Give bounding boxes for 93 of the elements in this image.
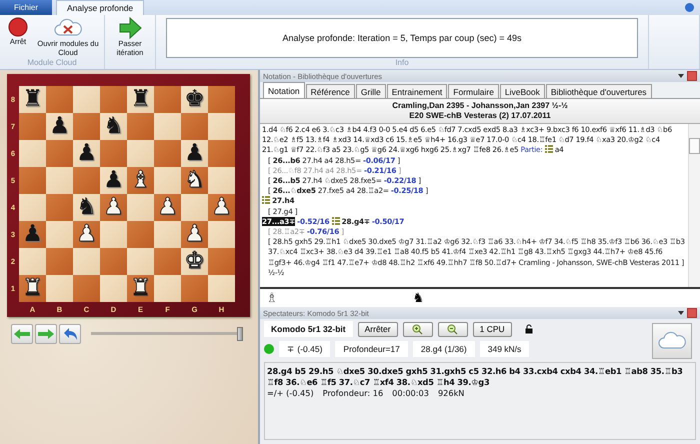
board-square[interactable] [208, 140, 235, 167]
list-icon [332, 216, 340, 225]
cloud-button[interactable] [652, 323, 692, 359]
zoom-in-icon [412, 324, 424, 334]
board-square[interactable] [73, 275, 100, 302]
board-square[interactable] [181, 113, 208, 140]
board-square[interactable] [19, 248, 46, 275]
board-square[interactable] [19, 140, 46, 167]
group-label: Module Cloud [26, 58, 78, 69]
zoom-in-button[interactable] [402, 322, 433, 336]
board-square[interactable] [19, 113, 46, 140]
board-square[interactable] [127, 194, 154, 221]
stop-icon [8, 17, 28, 37]
board-square[interactable] [208, 248, 235, 275]
lock-icon[interactable] [524, 324, 533, 334]
notation-tab[interactable]: Notation [263, 82, 305, 98]
player-piece: ♗ [266, 290, 278, 306]
engine-line: 28.g4 b5 29.h5 ♘dxe5 30.dxe5 gxh5 31.gxh5 c5 32.h6 b4 33.cxb4 cxb4 34.♖eb1 ♖ab8 35.♖b3 ♖f8 36.♘e6 ♖f5 37.♘c7 ♖xf4 38.♘xd5 ♖h4 39.♔g3 [267, 366, 684, 388]
board-square[interactable] [154, 248, 181, 275]
board-square[interactable] [208, 167, 235, 194]
board-square[interactable] [46, 194, 73, 221]
board-square[interactable] [46, 140, 73, 167]
board-square[interactable] [181, 275, 208, 302]
engine-summary: 926kN [438, 388, 464, 399]
board-square[interactable] [154, 140, 181, 167]
undo-button[interactable] [59, 324, 81, 344]
arrow-right-icon [37, 328, 55, 340]
board-square[interactable] [100, 248, 127, 275]
board-square[interactable] [127, 248, 154, 275]
board-square[interactable] [154, 86, 181, 113]
board-square[interactable] [73, 167, 100, 194]
board-square[interactable] [208, 221, 235, 248]
board-square[interactable] [127, 221, 154, 248]
ribbon-tab[interactable]: Analyse profonde [56, 0, 144, 15]
undo-icon [62, 327, 78, 341]
arrow-right-icon [118, 17, 142, 39]
zoom-out-icon [447, 324, 458, 334]
notation-tab[interactable]: Formulaire [448, 84, 499, 98]
board-square[interactable] [73, 248, 100, 275]
cloud-icon [657, 331, 687, 351]
scrollbar[interactable] [688, 124, 700, 287]
cpu-button[interactable]: 1 CPU [472, 322, 512, 336]
board-square[interactable] [73, 113, 100, 140]
board-square[interactable] [154, 275, 181, 302]
board-square[interactable] [100, 140, 127, 167]
board-square[interactable] [19, 194, 46, 221]
slider-thumb[interactable] [237, 327, 243, 341]
list-icon [262, 196, 270, 204]
board-square[interactable] [46, 221, 73, 248]
board-square[interactable] [127, 140, 154, 167]
engine-stat: 28.g4 (1/36) [412, 341, 475, 357]
engine-stat: 349 kN/s [480, 341, 530, 357]
forward-button[interactable] [35, 324, 57, 344]
notation-tab[interactable]: LiveBook [500, 84, 545, 98]
notation-tab[interactable]: Référence [306, 84, 355, 98]
notation-tab[interactable]: Entrainement [386, 84, 448, 98]
board-square[interactable] [46, 167, 73, 194]
board-square[interactable] [46, 86, 73, 113]
event-text: E20 SWE-chB Vesteras (2) 17.07.2011 [409, 111, 551, 121]
board-square[interactable] [19, 167, 46, 194]
engine-stat: ∓ (-0.45) [279, 341, 330, 357]
board-square[interactable] [154, 113, 181, 140]
board-square[interactable] [154, 221, 181, 248]
list-icon [544, 145, 553, 154]
engine-summary: =/+ (-0.45) [267, 388, 314, 399]
notation-tab[interactable]: Bibliothèque d'ouvertures [546, 84, 652, 98]
board-square[interactable] [154, 167, 181, 194]
stop-button[interactable]: Arrêter [358, 322, 398, 336]
group-label: Info [394, 58, 410, 69]
board-square[interactable] [46, 248, 73, 275]
engine-summary: Profondeur: 16 [322, 388, 384, 399]
board-square[interactable] [208, 86, 235, 113]
board-square[interactable] [208, 275, 235, 302]
player-piece: ♞ [412, 290, 424, 306]
board-square[interactable] [127, 113, 154, 140]
engine-name: Komodo 5r1 32-bit [264, 321, 353, 337]
board-square[interactable] [181, 194, 208, 221]
info-text: Analyse profonde: Iteration = 5, Temps par coup (sec) = 49s [166, 18, 638, 58]
zoom-out-button[interactable] [438, 322, 468, 336]
engine-summary: 00:00:03 [392, 388, 429, 399]
board-square[interactable] [208, 113, 235, 140]
players-text: Cramling,Dan 2395 - Johansson,Jan 2397 ½-½ [392, 101, 568, 111]
file-menu-button[interactable]: Fichier [0, 0, 52, 15]
notation-tab[interactable]: Grille [356, 84, 386, 98]
board-square[interactable] [100, 221, 127, 248]
board-square[interactable] [46, 275, 73, 302]
board-square[interactable] [100, 275, 127, 302]
help-icon[interactable] [685, 3, 694, 12]
board-square[interactable] [100, 86, 127, 113]
engine-stat: Profondeur=17 [335, 341, 408, 357]
arrow-left-icon [13, 328, 31, 340]
board-square[interactable] [73, 86, 100, 113]
back-button[interactable] [11, 324, 33, 344]
